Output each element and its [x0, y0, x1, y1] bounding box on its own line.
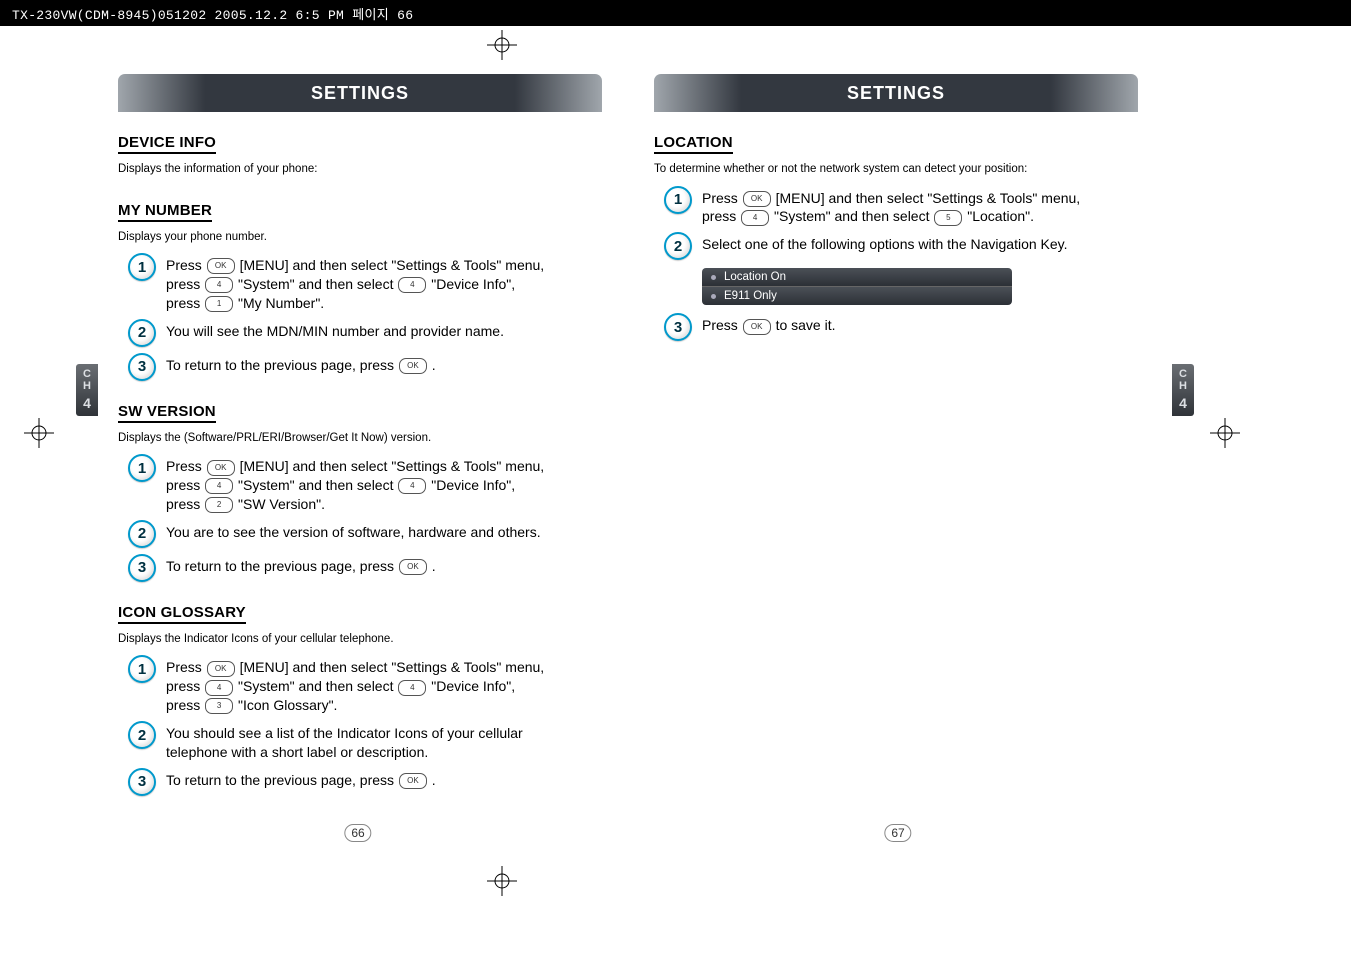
step-number-badge: 1	[664, 186, 692, 214]
instruction-step: 2 You are to see the version of software,…	[128, 520, 548, 548]
section-description: Displays your phone number.	[118, 230, 548, 246]
step-number-badge: 2	[128, 319, 156, 347]
print-job-header: TX-230VW(CDM-8945)051202 2005.12.2 6:5 P…	[0, 0, 1351, 26]
instruction-step: 2 Select one of the following options wit…	[664, 232, 1084, 260]
step-number-badge: 3	[664, 313, 692, 341]
step-text: Press OK [MENU] and then select "Setting…	[166, 256, 548, 313]
instruction-step: 1 Press OK [MENU] and then select "Settin…	[664, 186, 1084, 227]
page-number: 67	[884, 824, 911, 842]
phone-key-icon: OK	[743, 319, 771, 335]
phone-key-icon: OK	[399, 358, 427, 374]
phone-key-icon: 4	[205, 680, 233, 696]
instruction-step: 3 Press OK to save it.	[664, 313, 1084, 341]
step-number-badge: 2	[128, 721, 156, 749]
step-number-badge: 1	[128, 454, 156, 482]
page-title: SETTINGS	[847, 83, 945, 104]
phone-key-icon: OK	[399, 559, 427, 575]
crop-mark-right	[1210, 418, 1240, 448]
crop-mark-left	[24, 418, 54, 448]
chapter-tab-right: C H 4	[1172, 364, 1194, 416]
section-heading: SW VERSION	[118, 403, 216, 423]
step-text: Press OK [MENU] and then select "Setting…	[166, 658, 548, 715]
crop-mark-bottom-center	[487, 866, 517, 896]
step-text: Select one of the following options with…	[702, 235, 1068, 254]
section-heading: MY NUMBER	[118, 202, 212, 222]
step-number-badge: 1	[128, 253, 156, 281]
phone-key-icon: OK	[207, 460, 235, 476]
step-text: Press OK to save it.	[702, 316, 836, 335]
instruction-step: 1 Press OK [MENU] and then select "Settin…	[128, 454, 548, 514]
step-number-badge: 3	[128, 554, 156, 582]
phone-key-icon: 5	[934, 210, 962, 226]
step-text: To return to the previous page, press OK…	[166, 356, 436, 375]
phone-key-icon: OK	[399, 773, 427, 789]
option-item: E911 Only	[702, 287, 1012, 305]
instruction-step: 2 You will see the MDN/MIN number and pro…	[128, 319, 548, 347]
phone-key-icon: 1	[205, 296, 233, 312]
section-description: Displays the information of your phone:	[118, 162, 548, 178]
step-text: To return to the previous page, press OK…	[166, 771, 436, 790]
phone-key-icon: OK	[207, 661, 235, 677]
page-title-band: SETTINGS	[654, 74, 1138, 112]
step-text: Press OK [MENU] and then select "Setting…	[166, 457, 548, 514]
section-heading: LOCATION	[654, 134, 733, 154]
phone-key-icon: 4	[741, 210, 769, 226]
step-text: You should see a list of the Indicator I…	[166, 724, 548, 762]
step-number-badge: 2	[664, 232, 692, 260]
step-number-badge: 3	[128, 353, 156, 381]
option-item: Location On	[702, 268, 1012, 287]
phone-key-icon: OK	[743, 191, 771, 207]
step-text: Press OK [MENU] and then select "Setting…	[702, 189, 1084, 227]
manual-spread: TX-230VW(CDM-8945)051202 2005.12.2 6:5 P…	[0, 0, 1351, 954]
page-right: SETTINGS LOCATION To determine whether or…	[628, 28, 1168, 858]
page-body: LOCATION To determine whether or not the …	[654, 118, 1138, 341]
print-job-text: TX-230VW(CDM-8945)051202 2005.12.2 6:5 P…	[12, 8, 413, 23]
phone-key-icon: 4	[205, 478, 233, 494]
step-text: You will see the MDN/MIN number and prov…	[166, 322, 504, 341]
instruction-step: 2 You should see a list of the Indicator …	[128, 721, 548, 762]
phone-key-icon: 2	[205, 497, 233, 513]
chapter-tab-c: C	[1179, 369, 1187, 381]
page-number: 66	[344, 824, 371, 842]
phone-key-icon: 4	[205, 277, 233, 293]
phone-key-icon: 4	[398, 478, 426, 494]
section-heading: DEVICE INFO	[118, 134, 216, 154]
step-text: You are to see the version of software, …	[166, 523, 541, 542]
phone-key-icon: 4	[398, 277, 426, 293]
section-description: Displays the Indicator Icons of your cel…	[118, 632, 548, 648]
page-title-band: SETTINGS	[118, 74, 602, 112]
step-number-badge: 3	[128, 768, 156, 796]
chapter-tab-h: H	[1179, 381, 1187, 393]
section-heading: ICON GLOSSARY	[118, 604, 246, 624]
step-number-badge: 1	[128, 655, 156, 683]
instruction-step: 1 Press OK [MENU] and then select "Settin…	[128, 655, 548, 715]
page-spread: SETTINGS DEVICE INFO Displays the informa…	[88, 28, 1168, 858]
step-text: To return to the previous page, press OK…	[166, 557, 436, 576]
chapter-tab-number: 4	[1179, 396, 1187, 411]
phone-key-icon: 3	[205, 698, 233, 714]
section-description: To determine whether or not the network …	[654, 162, 1084, 178]
page-title: SETTINGS	[311, 83, 409, 104]
instruction-step: 1Press OK [MENU] and then select "Settin…	[128, 253, 548, 313]
option-list: Location OnE911 Only	[702, 268, 1012, 305]
instruction-step: 3 To return to the previous page, press O…	[128, 554, 548, 582]
section-description: Displays the (Software/PRL/ERI/Browser/G…	[118, 431, 548, 447]
phone-key-icon: 4	[398, 680, 426, 696]
page-left: SETTINGS DEVICE INFO Displays the informa…	[88, 28, 628, 858]
phone-key-icon: OK	[207, 258, 235, 274]
instruction-step: 3 To return to the previous page, press O…	[128, 768, 548, 796]
step-number-badge: 2	[128, 520, 156, 548]
page-body: DEVICE INFO Displays the information of y…	[118, 118, 602, 796]
instruction-step: 3 To return to the previous page, press O…	[128, 353, 548, 381]
